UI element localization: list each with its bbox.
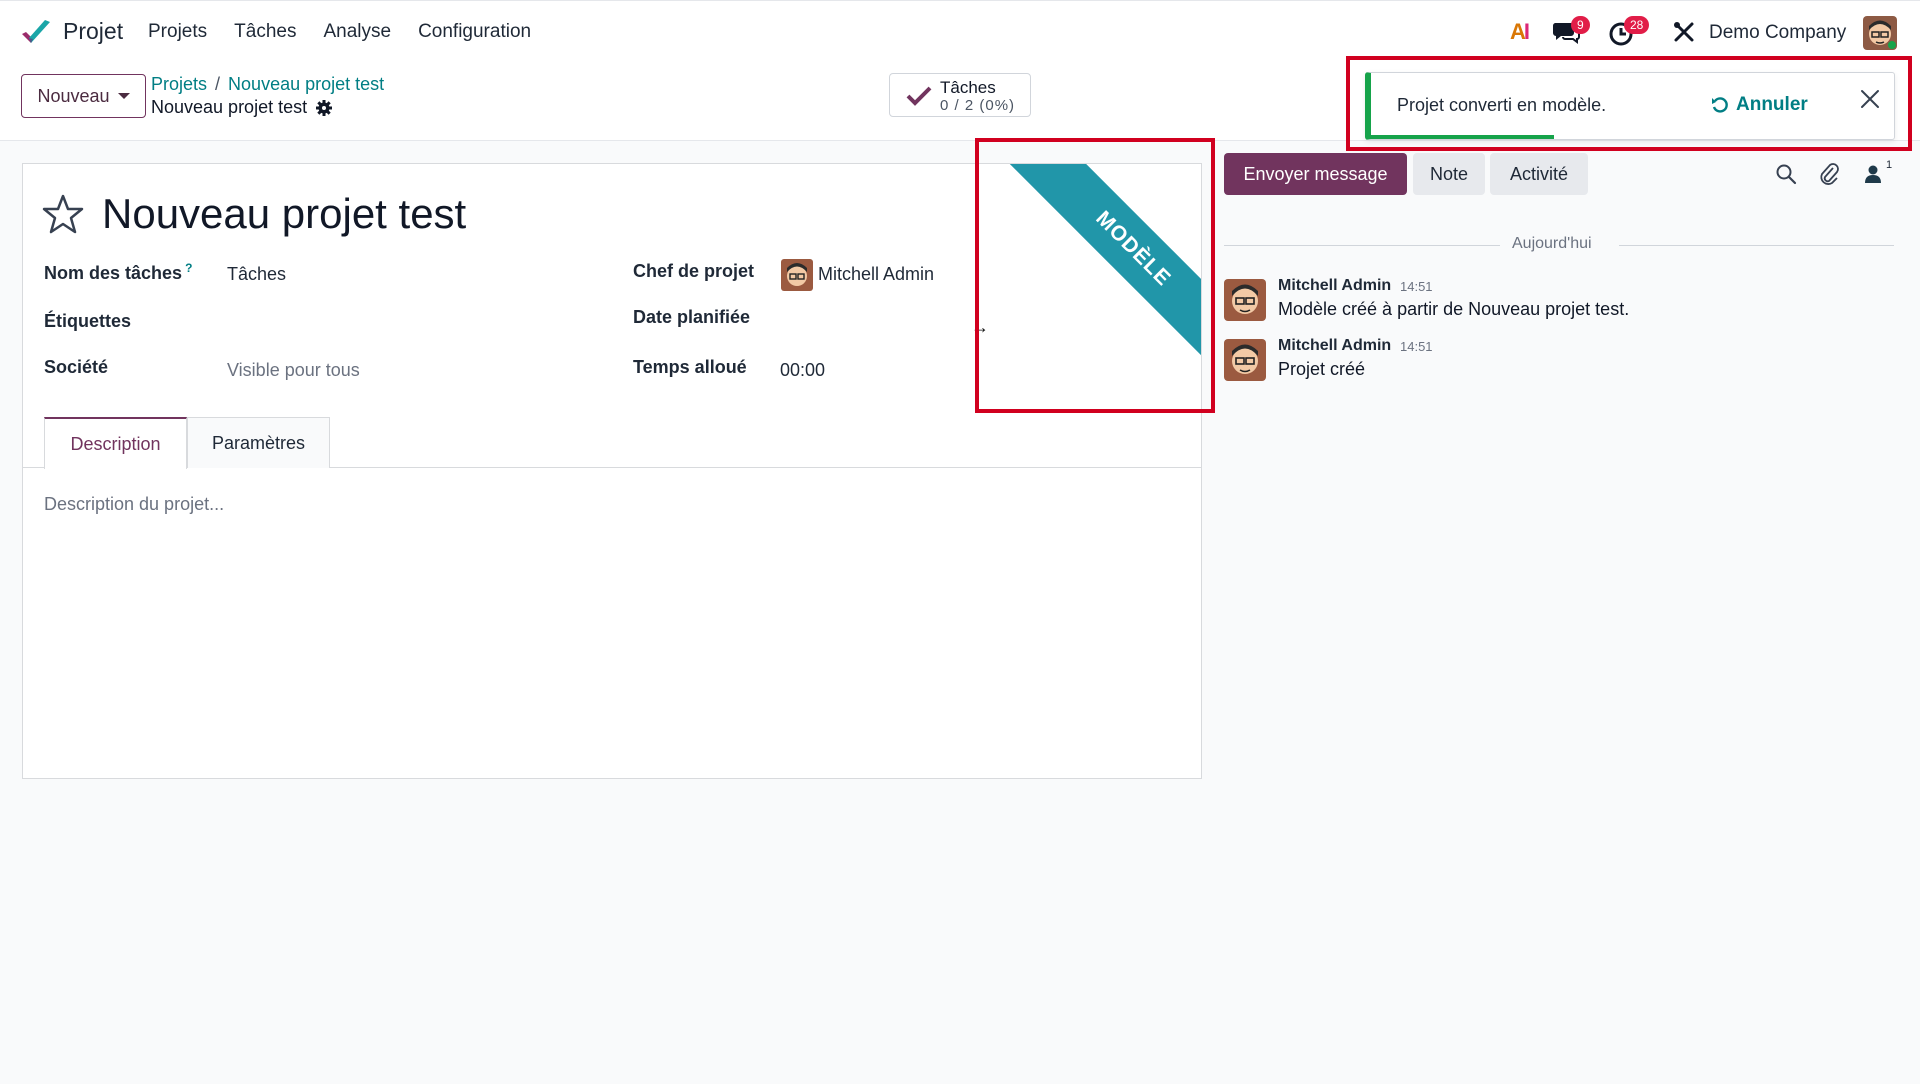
tasks-smart-button[interactable]: Tâches 0 / 2 (0%) [889, 73, 1031, 117]
paperclip-icon[interactable] [1818, 162, 1840, 186]
highlight-notification-annotation [1346, 56, 1912, 151]
description-editor[interactable]: Description du projet... [44, 494, 224, 515]
followers-count: 1 [1886, 159, 1893, 171]
task-name-field[interactable]: Tâches [227, 264, 286, 285]
chatter-message: Mitchell Admin 14:51 Projet créé [1224, 337, 1904, 387]
log-note-button[interactable]: Note [1413, 153, 1485, 195]
menu-analysis[interactable]: Analyse [323, 21, 391, 43]
activities-count-badge: 28 [1624, 16, 1650, 34]
search-icon[interactable] [1775, 163, 1797, 185]
tab-description[interactable]: Description [44, 417, 187, 469]
message-author[interactable]: Mitchell Admin [1278, 337, 1391, 355]
followers-icon[interactable] [1864, 164, 1882, 184]
menu-projects[interactable]: Projets [148, 21, 207, 43]
record-name: Nouveau projet test [151, 97, 333, 118]
new-button-label: Nouveau [37, 85, 110, 106]
allocated-time-field[interactable]: 00:00 [780, 360, 825, 381]
chatter-message: Mitchell Admin 14:51 Modèle créé à parti… [1224, 277, 1904, 327]
message-body: Modèle créé à partir de Nouveau projet t… [1278, 299, 1630, 319]
message-time: 14:51 [1400, 279, 1433, 294]
tasks-stat-value: 0 / 2 (0%) [940, 97, 1016, 114]
help-tooltip-icon[interactable]: ? [185, 261, 192, 275]
breadcrumb-projects[interactable]: Projets [151, 74, 207, 94]
allocated-time-label: Temps alloué [633, 357, 747, 377]
send-message-button[interactable]: Envoyer message [1224, 153, 1407, 195]
planned-date-label: Date planifiée [633, 307, 751, 327]
company-switcher[interactable]: Demo Company [1709, 22, 1846, 44]
record-name-text: Nouveau projet test [151, 97, 308, 117]
date-separator-label: Aujourd'hui [1512, 235, 1592, 252]
activity-button[interactable]: Activité [1490, 153, 1588, 195]
debug-tools-icon[interactable] [1673, 21, 1695, 43]
gear-icon[interactable] [316, 99, 333, 116]
company-field[interactable]: Visible pour tous [227, 360, 360, 381]
message-author-avatar[interactable] [1224, 279, 1266, 321]
form-tabs: Description Paramètres [23, 417, 1201, 469]
project-title[interactable]: Nouveau projet test [102, 190, 466, 238]
top-navbar: Projet Projets Tâches Analyse Configurat… [0, 0, 1920, 64]
messages-count-badge: 9 [1571, 16, 1590, 34]
favorite-star-icon[interactable] [42, 193, 84, 235]
tags-label: Étiquettes [44, 311, 132, 331]
manager-label: Chef de projet [633, 261, 755, 281]
project-app-logo-icon[interactable] [20, 17, 52, 49]
caret-down-icon [117, 93, 130, 99]
main-menu: Projets Tâches Analyse Configuration [148, 21, 531, 43]
user-avatar[interactable] [1863, 16, 1897, 50]
new-button[interactable]: Nouveau [21, 74, 146, 118]
company-label: Société [44, 357, 109, 377]
message-body: Projet créé [1278, 359, 1366, 379]
highlight-ribbon-annotation [975, 138, 1215, 413]
menu-configuration[interactable]: Configuration [418, 21, 531, 43]
message-author[interactable]: Mitchell Admin [1278, 277, 1391, 295]
breadcrumb-project[interactable]: Nouveau projet test [228, 74, 384, 94]
manager-field[interactable]: Mitchell Admin [818, 264, 934, 285]
check-icon [906, 86, 932, 106]
breadcrumb: Projets / Nouveau projet test [151, 74, 384, 95]
manager-avatar [781, 259, 813, 291]
tasks-stat-label: Tâches [940, 78, 996, 97]
breadcrumb-separator: / [215, 74, 221, 94]
task-name-label: Nom des tâches? [44, 261, 193, 283]
message-author-avatar[interactable] [1224, 339, 1266, 381]
date-separator: Aujourd'hui [1224, 233, 1894, 257]
message-time: 14:51 [1400, 339, 1433, 354]
tab-settings[interactable]: Paramètres [187, 417, 330, 468]
ai-icon[interactable]: AI [1510, 19, 1530, 45]
app-name[interactable]: Projet [63, 18, 123, 45]
menu-tasks[interactable]: Tâches [234, 21, 296, 43]
